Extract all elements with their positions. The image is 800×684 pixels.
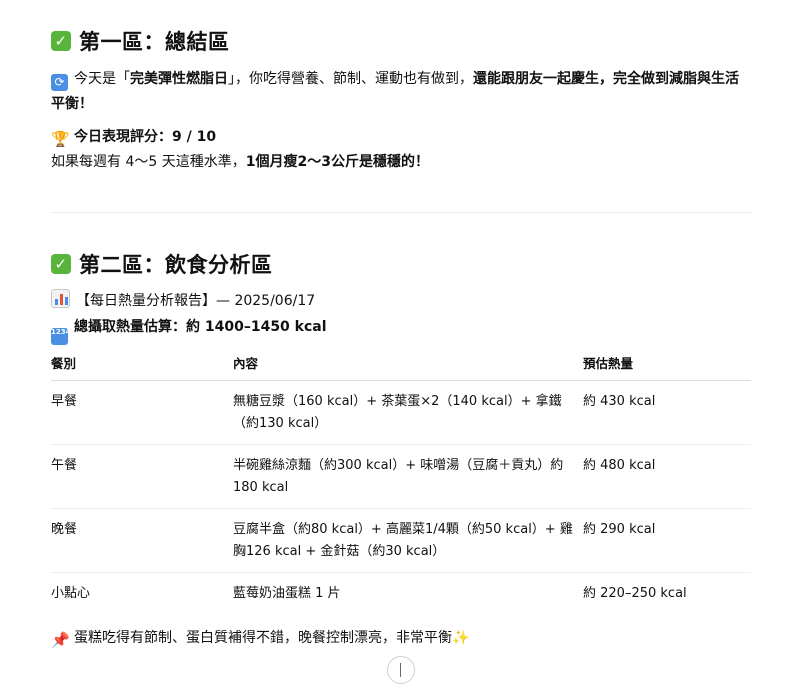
bar-chart-icon bbox=[51, 289, 70, 308]
summary-bold-1: 完美彈性燃脂日 bbox=[130, 71, 228, 87]
table-row: 早餐 無糖豆漿（160 kcal）+ 茶葉蛋×2（140 kcal）+ 拿鐵（約… bbox=[51, 380, 751, 445]
total-line: 1234 總攝取熱量估算：約 1400–1450 kcal bbox=[51, 315, 327, 345]
kcal-cell: 約 430 kcal bbox=[583, 380, 751, 445]
score-line: 🏆 今日表現評分：9 / 10 bbox=[51, 125, 216, 150]
table-header-row: 餐別 內容 預估熱量 bbox=[51, 348, 751, 381]
kcal-cell: 約 290 kcal bbox=[583, 508, 751, 573]
header-meal: 餐別 bbox=[51, 348, 233, 381]
content-cell: 豆腐半盒（約80 kcal）+ 高麗菜1/4顆（約50 kcal）+ 雞胸126… bbox=[233, 508, 583, 573]
pushpin-icon: 📌 bbox=[51, 631, 70, 649]
section1-heading: ✓ 第一區：總結區 bbox=[51, 26, 230, 56]
report-title-line: 【每日熱量分析報告】— 2025/06/17 bbox=[51, 289, 315, 314]
forecast-line: 如果每週有 4～5 天這種水準，1個月瘦2～3公斤是穩穩的！ bbox=[51, 150, 429, 175]
table-row: 晚餐 豆腐半盒（約80 kcal）+ 高麗菜1/4顆（約50 kcal）+ 雞胸… bbox=[51, 508, 751, 573]
scroll-down-button[interactable] bbox=[387, 656, 415, 684]
note-text: 蛋糕吃得有節制、蛋白質補得不錯，晚餐控制漂亮，非常平衡 bbox=[74, 630, 452, 646]
meal-cell: 早餐 bbox=[51, 380, 233, 445]
sparkles-icon: ✨ bbox=[452, 630, 470, 646]
meal-cell: 小點心 bbox=[51, 586, 91, 601]
check-mark-icon: ✓ bbox=[51, 31, 71, 51]
summary-paragraph: ⟳ 今天是「完美彈性燃脂日」，你吃得營養、節制、運動也有做到，還能跟朋友一起慶生，… bbox=[51, 67, 751, 117]
section2-heading: ✓ 第二區：飲食分析區 bbox=[51, 249, 273, 279]
check-mark-icon: ✓ bbox=[51, 254, 71, 274]
meal-table: 餐別 內容 預估熱量 早餐 無糖豆漿（160 kcal）+ 茶葉蛋×2（140 … bbox=[51, 348, 751, 614]
numbers-icon: 1234 bbox=[51, 328, 70, 345]
header-content: 內容 bbox=[233, 348, 583, 381]
total-label: 總攝取熱量估算：約 1400–1450 kcal bbox=[74, 319, 327, 335]
report-title: 【每日熱量分析報告】— 2025/06/17 bbox=[76, 293, 316, 309]
content-cell: 無糖豆漿（160 kcal）+ 茶葉蛋×2（140 kcal）+ 拿鐵（約130… bbox=[233, 380, 583, 445]
kcal-cell: 約 220–250 kcal bbox=[583, 586, 687, 601]
content-cell: 藍莓奶油蛋糕 1 片 bbox=[233, 586, 341, 601]
section1-title: 第一區：總結區 bbox=[79, 30, 230, 54]
summary-text-2: 」，你吃得營養、節制、運動也有做到， bbox=[228, 71, 473, 87]
meal-cell: 晚餐 bbox=[51, 508, 233, 573]
section2-title: 第二區：飲食分析區 bbox=[79, 253, 273, 277]
forecast-bold: 1個月瘦2～3公斤是穩穩的！ bbox=[245, 154, 429, 170]
forecast-text: 如果每週有 4～5 天這種水準， bbox=[51, 154, 246, 170]
header-kcal: 預估熱量 bbox=[583, 348, 751, 381]
repeat-icon: ⟳ bbox=[51, 74, 68, 91]
kcal-cell: 約 480 kcal bbox=[583, 444, 751, 509]
summary-text-1: 今天是「 bbox=[74, 71, 130, 87]
table-row: 小點心 藍莓奶油蛋糕 1 片 約 220–250 kcal bbox=[51, 573, 751, 615]
trophy-icon: 🏆 bbox=[51, 130, 70, 148]
section-divider bbox=[51, 212, 751, 213]
table-row: 午餐 半碗雞絲涼麵（約300 kcal）+ 味噌湯（豆腐＋貢丸）約180 kca… bbox=[51, 444, 751, 509]
meal-cell: 午餐 bbox=[51, 444, 233, 509]
score-label: 今日表現評分：9 / 10 bbox=[74, 129, 217, 145]
note-line: 📌 蛋糕吃得有節制、蛋白質補得不錯，晚餐控制漂亮，非常平衡✨ bbox=[51, 626, 469, 651]
content-cell: 半碗雞絲涼麵（約300 kcal）+ 味噌湯（豆腐＋貢丸）約180 kcal bbox=[233, 444, 583, 509]
